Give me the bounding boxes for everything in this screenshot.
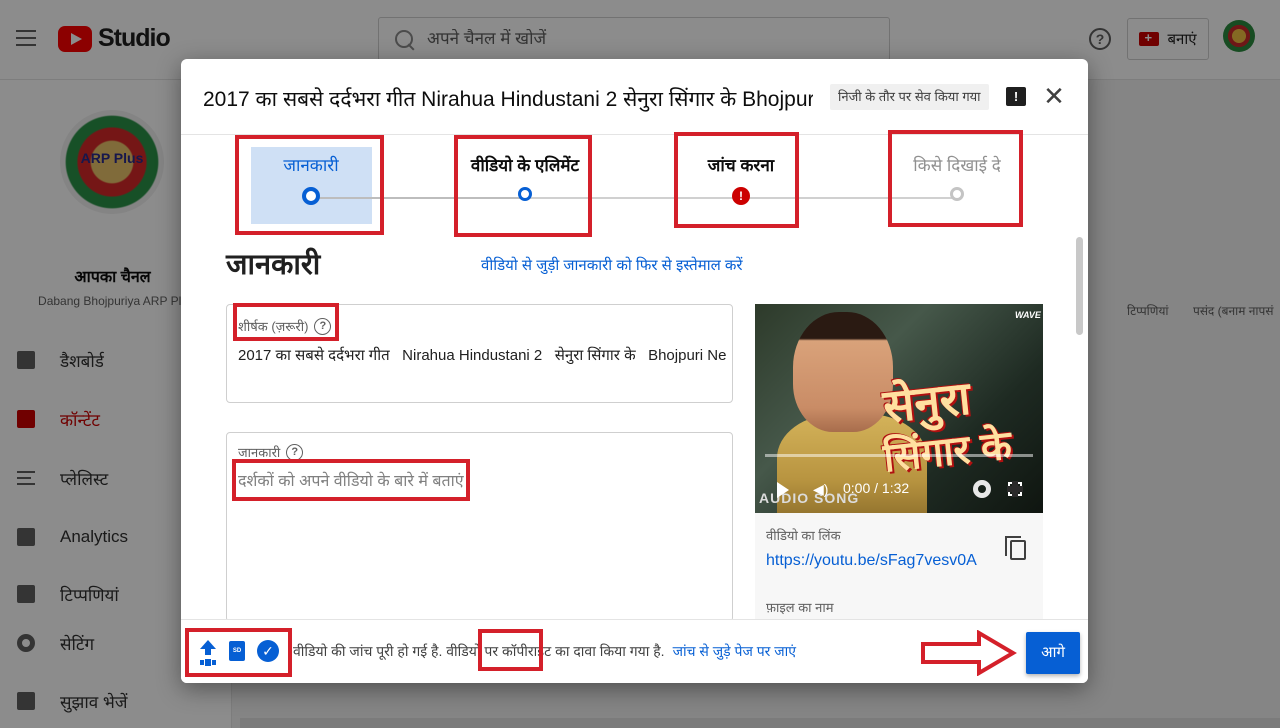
video-progress-bar[interactable] bbox=[765, 454, 1033, 457]
dialog-footer: SD ✓ वीडियो की जांच पूरी हो गई है. वीडिय… bbox=[181, 619, 1088, 683]
status-text: वीडियो की जांच पूरी हो गई है. वीडियो पर … bbox=[293, 643, 665, 659]
video-link-label: वीडियो का लिंक bbox=[766, 528, 841, 543]
sd-processing-icon[interactable]: SD bbox=[229, 641, 245, 661]
checks-complete-icon[interactable]: ✓ bbox=[257, 640, 279, 662]
footer-status: वीडियो की जांच पूरी हो गई है. वीडियो पर … bbox=[293, 642, 796, 661]
fullscreen-icon[interactable] bbox=[1007, 481, 1023, 497]
help-icon[interactable]: ? bbox=[286, 443, 304, 461]
help-icon[interactable]: ? bbox=[314, 317, 332, 335]
next-button[interactable]: आगे bbox=[1026, 632, 1080, 674]
step-label: किसे दिखाई दे bbox=[913, 156, 1001, 175]
step-current-icon bbox=[302, 187, 320, 205]
step-checks[interactable]: जांच करना ! bbox=[671, 139, 811, 205]
upload-icon[interactable] bbox=[199, 640, 217, 662]
video-thumbnail-face bbox=[793, 312, 893, 432]
file-name-label: फ़ाइल का नाम bbox=[766, 600, 834, 615]
step-label: जांच करना bbox=[707, 156, 775, 175]
description-field-label-row: जानकारी ? bbox=[238, 443, 304, 461]
step-pending-icon bbox=[950, 187, 964, 201]
video-player[interactable]: सेनुरा सिंगार के WAVE AUDIO SONG ◀) 0:00… bbox=[755, 304, 1043, 513]
description-field[interactable]: जानकारी ? दर्शकों को अपने वीडियो के बारे… bbox=[226, 432, 733, 622]
title-field-value[interactable]: 2017 का सबसे दर्दभरा गीत Nirahua Hindust… bbox=[238, 345, 726, 365]
step-label: जानकारी bbox=[283, 156, 339, 175]
step-visibility[interactable]: किसे दिखाई दे bbox=[887, 139, 1027, 201]
video-channel-badge: WAVE bbox=[1015, 310, 1041, 320]
video-link[interactable]: https://youtu.be/sFag7vesv0A bbox=[766, 552, 977, 570]
step-error-icon: ! bbox=[732, 187, 750, 205]
reuse-details-link[interactable]: वीडियो से जुड़ी जानकारी को फिर से इस्तेम… bbox=[481, 255, 743, 275]
stepper-progress bbox=[311, 197, 525, 199]
dialog-title: 2017 का सबसे दर्दभरा गीत Nirahua Hindust… bbox=[203, 88, 813, 111]
close-icon[interactable]: ✕ bbox=[1042, 81, 1066, 111]
volume-icon[interactable]: ◀) bbox=[813, 481, 828, 497]
section-title: जानकारी bbox=[226, 249, 321, 281]
description-field-label: जानकारी bbox=[238, 445, 281, 460]
title-field[interactable]: शीर्षक (ज़रूरी) ? 2017 का सबसे दर्दभरा ग… bbox=[226, 304, 733, 403]
video-preview-card: सेनुरा सिंगार के WAVE AUDIO SONG ◀) 0:00… bbox=[755, 304, 1043, 619]
save-status-badge: निजी के तौर पर सेव किया गया bbox=[830, 84, 989, 110]
settings-gear-icon[interactable] bbox=[973, 480, 991, 498]
checks-page-link[interactable]: जांच से जुड़े पेज पर जाएं bbox=[673, 643, 796, 659]
step-video-elements[interactable]: वीडियो के एलिमेंट bbox=[455, 139, 595, 201]
dialog-scrollbar[interactable] bbox=[1076, 237, 1083, 335]
step-done-icon bbox=[518, 187, 532, 201]
feedback-icon[interactable]: ! bbox=[1006, 87, 1026, 106]
video-time: 0:00 / 1:32 bbox=[843, 480, 910, 496]
upload-details-dialog: 2017 का सबसे दर्दभरा गीत Nirahua Hindust… bbox=[181, 59, 1088, 683]
title-field-label: शीर्षक (ज़रूरी) bbox=[238, 319, 309, 334]
step-label: वीडियो के एलिमेंट bbox=[470, 156, 580, 175]
step-details[interactable]: जानकारी bbox=[241, 139, 381, 205]
dialog-header: 2017 का सबसे दर्दभरा गीत Nirahua Hindust… bbox=[181, 59, 1088, 135]
annotation-arrow-icon bbox=[921, 630, 1017, 676]
play-icon[interactable] bbox=[777, 482, 789, 498]
title-field-label-row: शीर्षक (ज़रूरी) ? bbox=[238, 317, 332, 335]
description-placeholder[interactable]: दर्शकों को अपने वीडियो के बारे में बताएं bbox=[238, 469, 464, 491]
copy-icon[interactable] bbox=[1005, 536, 1026, 560]
